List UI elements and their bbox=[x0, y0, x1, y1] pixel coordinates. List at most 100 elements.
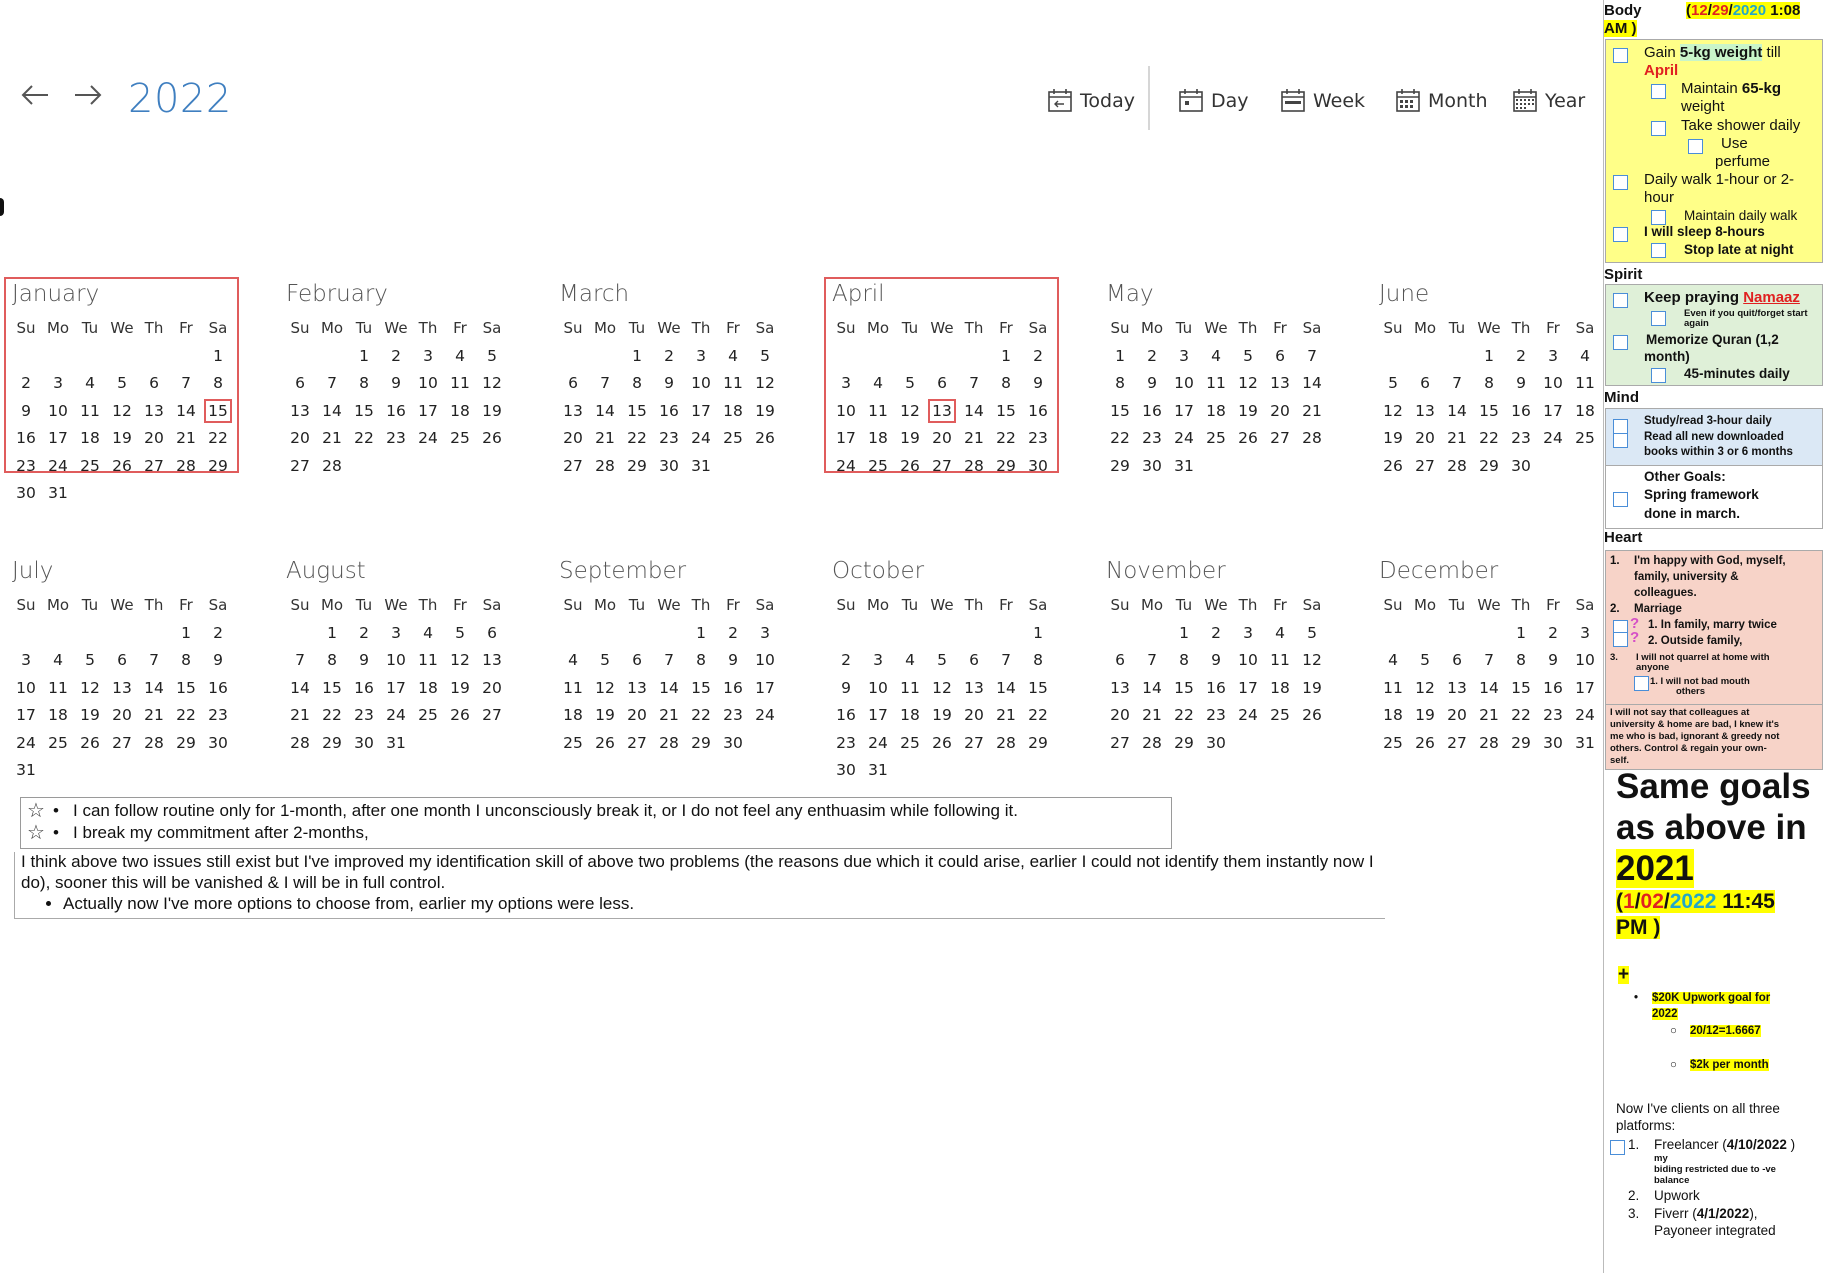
day-cell[interactable]: 14 bbox=[589, 398, 621, 426]
day-cell[interactable]: 14 bbox=[138, 675, 170, 703]
day-cell[interactable]: 30 bbox=[202, 730, 234, 758]
day-cell[interactable]: 14 bbox=[1441, 398, 1473, 426]
month-name[interactable]: January bbox=[12, 281, 99, 307]
day-cell[interactable]: 24 bbox=[1537, 425, 1569, 453]
day-cell[interactable]: 8 bbox=[1505, 647, 1537, 675]
day-cell[interactable]: 25 bbox=[717, 425, 749, 453]
day-cell[interactable]: 23 bbox=[1537, 702, 1569, 730]
day-cell[interactable]: 18 bbox=[1200, 398, 1232, 426]
day-cell[interactable]: 25 bbox=[74, 453, 106, 481]
day-cell[interactable]: 1 bbox=[1104, 343, 1136, 371]
day-cell[interactable]: 20 bbox=[557, 425, 589, 453]
day-cell[interactable]: 22 bbox=[1473, 425, 1505, 453]
day-cell[interactable]: 15 bbox=[1022, 675, 1054, 703]
day-cell[interactable]: 9 bbox=[1022, 370, 1054, 398]
day-cell[interactable]: 14 bbox=[958, 398, 990, 426]
day-cell[interactable]: 7 bbox=[589, 370, 621, 398]
day-cell[interactable]: 21 bbox=[1473, 702, 1505, 730]
day-cell[interactable]: 15 bbox=[316, 675, 348, 703]
day-cell[interactable]: 2 bbox=[1200, 620, 1232, 648]
day-cell[interactable]: 15 bbox=[685, 675, 717, 703]
goal-checkbox[interactable] bbox=[1651, 243, 1666, 258]
day-cell[interactable]: 28 bbox=[1441, 453, 1473, 481]
day-cell[interactable]: 18 bbox=[1569, 398, 1601, 426]
day-cell[interactable]: 6 bbox=[621, 647, 653, 675]
day-cell[interactable]: 19 bbox=[74, 702, 106, 730]
day-cell[interactable]: 8 bbox=[621, 370, 653, 398]
goal-checkbox[interactable] bbox=[1613, 492, 1628, 507]
day-cell[interactable]: 21 bbox=[589, 425, 621, 453]
day-cell[interactable]: 13 bbox=[958, 675, 990, 703]
day-cell[interactable]: 26 bbox=[589, 730, 621, 758]
day-cell[interactable]: 21 bbox=[284, 702, 316, 730]
day-cell[interactable]: 5 bbox=[894, 370, 926, 398]
day-cell[interactable]: 8 bbox=[1473, 370, 1505, 398]
day-cell[interactable]: 5 bbox=[476, 343, 508, 371]
day-cell[interactable]: 22 bbox=[1168, 702, 1200, 730]
day-cell[interactable]: 4 bbox=[862, 370, 894, 398]
day-cell[interactable]: 3 bbox=[380, 620, 412, 648]
day-cell[interactable]: 27 bbox=[476, 702, 508, 730]
day-cell[interactable]: 3 bbox=[862, 647, 894, 675]
day-cell[interactable]: 7 bbox=[284, 647, 316, 675]
day-cell[interactable]: 16 bbox=[380, 398, 412, 426]
day-cell[interactable]: 27 bbox=[1441, 730, 1473, 758]
day-cell[interactable]: 29 bbox=[685, 730, 717, 758]
month-may[interactable]: May Su Mo Tu We Th Fr Sa 1 2 3 4 5 6 7 8 9 10 11 12 13 14 15 16… bbox=[1100, 279, 1340, 479]
day-cell[interactable]: 7 bbox=[316, 370, 348, 398]
day-cell[interactable]: 27 bbox=[557, 453, 589, 481]
goal-checkbox[interactable] bbox=[1651, 311, 1666, 326]
goal-checkbox[interactable] bbox=[1613, 48, 1628, 63]
day-cell[interactable]: 15 bbox=[1104, 398, 1136, 426]
day-cell[interactable]: 11 bbox=[862, 398, 894, 426]
day-cell[interactable]: 5 bbox=[444, 620, 476, 648]
day-cell[interactable]: 11 bbox=[444, 370, 476, 398]
plus-icon[interactable]: + bbox=[1618, 965, 1630, 984]
day-cell[interactable]: 20 bbox=[284, 425, 316, 453]
month-june[interactable]: June Su Mo Tu We Th Fr Sa 1 2 3 4 5 6 7 8 9 10 11 12 13 14 15 1… bbox=[1373, 279, 1613, 479]
day-cell[interactable]: 8 bbox=[990, 370, 1022, 398]
day-cell[interactable]: 23 bbox=[380, 425, 412, 453]
client-checkbox[interactable] bbox=[1610, 1140, 1625, 1155]
day-cell[interactable]: 6 bbox=[476, 620, 508, 648]
day-cell[interactable]: 13 bbox=[1104, 675, 1136, 703]
day-cell[interactable]: 12 bbox=[1232, 370, 1264, 398]
day-cell[interactable]: 26 bbox=[106, 453, 138, 481]
day-cell[interactable]: 12 bbox=[106, 398, 138, 426]
day-cell[interactable]: 29 bbox=[990, 453, 1022, 481]
day-cell[interactable]: 23 bbox=[1136, 425, 1168, 453]
day-cell[interactable]: 8 bbox=[170, 647, 202, 675]
day-cell[interactable]: 31 bbox=[10, 757, 42, 785]
day-cell[interactable]: 28 bbox=[653, 730, 685, 758]
day-cell[interactable]: 17 bbox=[412, 398, 444, 426]
day-cell[interactable]: 17 bbox=[1168, 398, 1200, 426]
day-cell[interactable]: 27 bbox=[1104, 730, 1136, 758]
day-cell[interactable]: 13 bbox=[1264, 370, 1296, 398]
day-cell[interactable]: 13 bbox=[621, 675, 653, 703]
day-cell[interactable]: 7 bbox=[1296, 343, 1328, 371]
day-cell[interactable]: 4 bbox=[1377, 647, 1409, 675]
day-cell[interactable]: 21 bbox=[1296, 398, 1328, 426]
day-cell[interactable]: 14 bbox=[1296, 370, 1328, 398]
day-cell[interactable]: 26 bbox=[1296, 702, 1328, 730]
day-cell[interactable]: 18 bbox=[1377, 702, 1409, 730]
day-cell[interactable]: 11 bbox=[74, 398, 106, 426]
day-cell[interactable]: 20 bbox=[476, 675, 508, 703]
day-cell[interactable]: 30 bbox=[830, 757, 862, 785]
day-cell[interactable]: 12 bbox=[926, 675, 958, 703]
day-cell[interactable]: 19 bbox=[1409, 702, 1441, 730]
day-cell[interactable]: 29 bbox=[1022, 730, 1054, 758]
goal-checkbox[interactable] bbox=[1613, 175, 1628, 190]
day-cell[interactable]: 3 bbox=[42, 370, 74, 398]
day-cell[interactable]: 12 bbox=[894, 398, 926, 426]
day-cell[interactable]: 26 bbox=[1409, 730, 1441, 758]
day-cell[interactable]: 23 bbox=[1505, 425, 1537, 453]
day-cell[interactable]: 22 bbox=[685, 702, 717, 730]
day-cell[interactable]: 26 bbox=[476, 425, 508, 453]
day-cell[interactable]: 19 bbox=[589, 702, 621, 730]
day-cell[interactable]: 20 bbox=[958, 702, 990, 730]
goal-checkbox[interactable] bbox=[1651, 368, 1666, 383]
day-cell[interactable]: 25 bbox=[862, 453, 894, 481]
day-cell[interactable]: 23 bbox=[202, 702, 234, 730]
day-cell[interactable]: 17 bbox=[1569, 675, 1601, 703]
